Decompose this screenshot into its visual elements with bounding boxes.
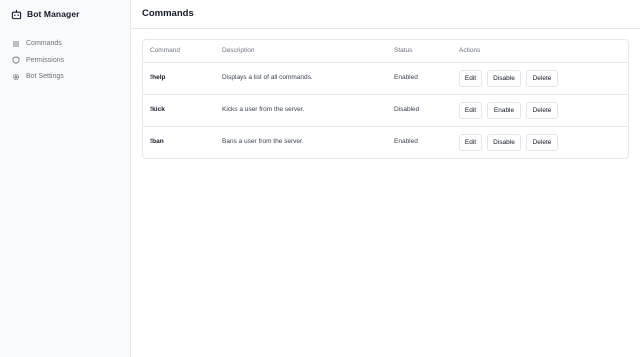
sidebar-item-label: Permissions	[26, 56, 65, 64]
edit-button[interactable]: Edit	[459, 134, 482, 151]
edit-button[interactable]: Edit	[459, 70, 482, 87]
sidebar-item-permissions[interactable]: Permissions	[12, 55, 64, 66]
command-status: Enabled	[394, 74, 418, 81]
table-row: !kick Kicks a user from the server. Disa…	[143, 95, 628, 127]
disable-button[interactable]: Disable	[487, 70, 521, 87]
brand[interactable]: Bot Manager	[11, 8, 80, 20]
disable-button[interactable]: Disable	[487, 134, 521, 151]
app-title: Bot Manager	[27, 9, 80, 19]
header-divider	[131, 28, 640, 29]
table-row: !help Displays a list of all commands. E…	[143, 63, 628, 95]
page-title: Commands	[142, 8, 194, 19]
delete-button[interactable]: Delete	[526, 134, 558, 151]
table-row: !ban Bans a user from the server. Enable…	[143, 127, 628, 159]
command-description: Kicks a user from the server.	[222, 106, 305, 113]
delete-button[interactable]: Delete	[526, 70, 558, 87]
command-name: !ban	[150, 138, 164, 145]
delete-button[interactable]: Delete	[526, 102, 558, 119]
table-header: Command Description Status Actions	[143, 40, 628, 63]
command-status: Disabled	[394, 106, 420, 113]
command-name: !kick	[150, 106, 165, 113]
sidebar-item-label: Commands	[26, 40, 62, 47]
robot-icon	[11, 9, 22, 19]
sidebar-nav: Commands Permissions Bot Settings	[12, 38, 64, 88]
row-actions: Edit Enable Delete	[459, 102, 558, 119]
edit-button[interactable]: Edit	[459, 102, 482, 119]
sidebar-item-bot-settings[interactable]: Bot Settings	[12, 71, 64, 82]
list-icon	[13, 41, 19, 46]
command-description: Displays a list of all commands.	[222, 74, 313, 81]
gear-icon	[12, 73, 20, 80]
command-status: Enabled	[394, 138, 418, 145]
sidebar-item-label: Bot Settings	[26, 73, 64, 80]
command-name: !help	[150, 74, 166, 81]
sidebar: Bot Manager Commands Permissions Bot Set…	[0, 0, 131, 357]
sidebar-item-commands[interactable]: Commands	[12, 38, 64, 49]
column-header-command: Command	[150, 47, 180, 54]
shield-icon	[12, 56, 20, 64]
row-actions: Edit Disable Delete	[459, 70, 558, 87]
column-header-description: Description	[222, 47, 255, 54]
enable-button[interactable]: Enable	[487, 102, 521, 119]
row-actions: Edit Disable Delete	[459, 134, 558, 151]
commands-table: Command Description Status Actions !help…	[142, 39, 629, 159]
column-header-actions: Actions	[459, 47, 481, 54]
column-header-status: Status	[394, 47, 413, 54]
command-description: Bans a user from the server.	[222, 138, 304, 145]
